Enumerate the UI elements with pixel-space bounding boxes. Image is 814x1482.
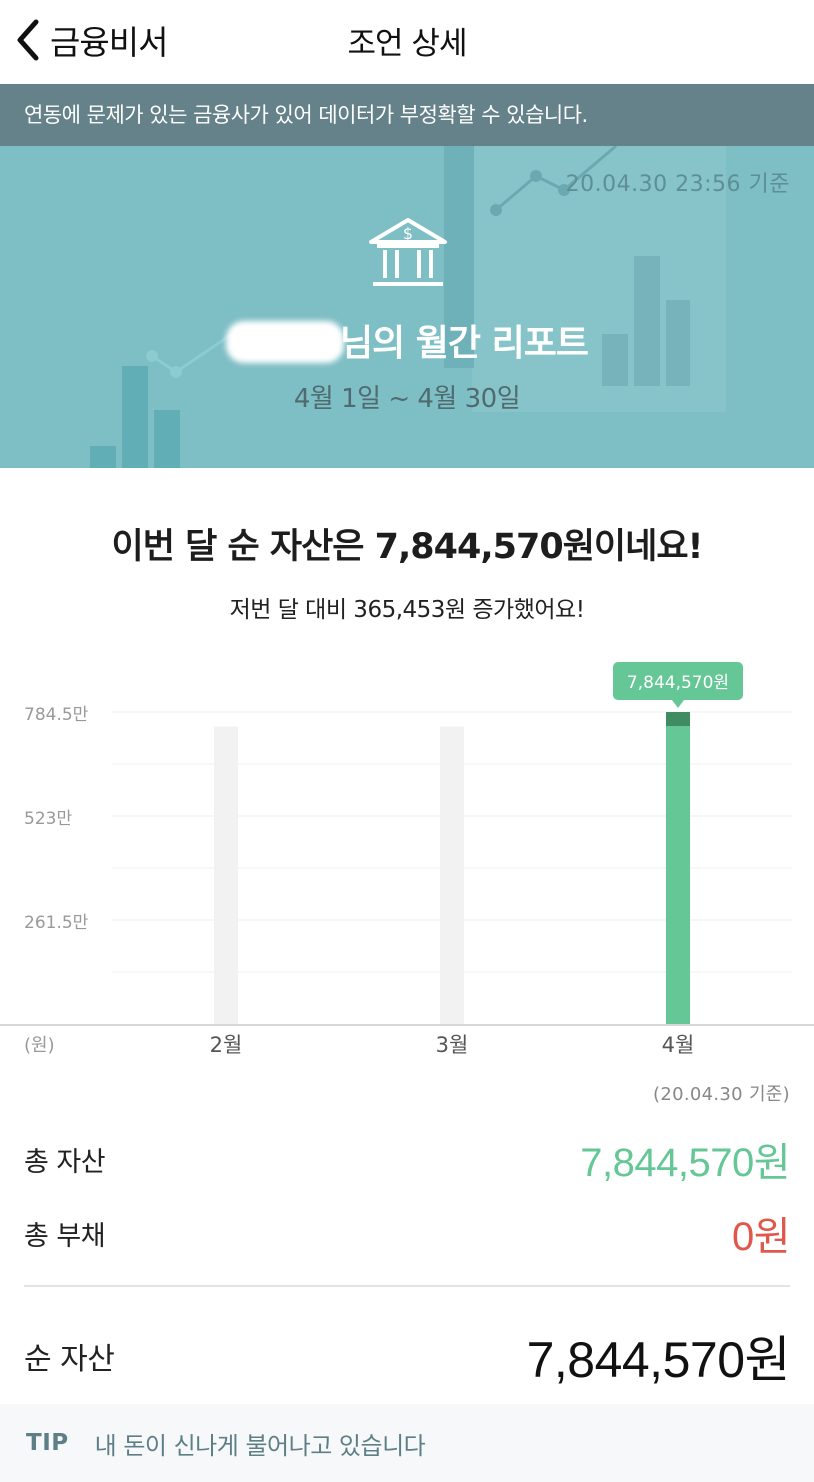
summary-divider	[24, 1285, 790, 1287]
sync-warning-banner[interactable]: 연동에 문제가 있는 금융사가 있어 데이터가 부정확할 수 있습니다.	[0, 84, 814, 146]
y-unit-label: (원)	[24, 1035, 55, 1056]
chevron-left-icon	[17, 19, 39, 61]
chart-tooltip-label: 7,844,570원	[627, 673, 729, 693]
total-debt-label: 총 부채	[24, 1220, 106, 1252]
report-timestamp: 20.04.30 23:56 기준	[565, 172, 790, 197]
tip-text: 내 돈이 신나게 불어나고 있습니다	[94, 1431, 426, 1460]
report-title: 님의 월간 리포트	[0, 314, 814, 366]
y-tick-label: 261.5만	[24, 913, 89, 933]
total-debt-value: 0원	[731, 1215, 791, 1259]
report-title-text: 님의 월간 리포트	[340, 323, 589, 364]
chart-bar	[214, 726, 238, 1024]
nav-bar: 금융비서 조언 상세	[0, 0, 814, 84]
y-tick-label: 784.5만	[24, 705, 89, 725]
chart-bar	[666, 712, 690, 1024]
monthly-net-asset-chart: 261.5만 523만 784.5만 (원) 2월 3월 4월 7,844,570원	[0, 662, 814, 1057]
back-button-label: 금융비서	[50, 23, 168, 62]
bank-icon: $	[369, 218, 447, 286]
chart-bar	[440, 726, 464, 1024]
total-assets-row: 총 자산 7,844,570원	[24, 1130, 790, 1188]
x-tick-label: 2월	[210, 1033, 243, 1057]
total-assets-value: 7,844,570원	[580, 1141, 790, 1185]
report-hero: 20.04.30 23:56 기준 $ 님의 월간 리포트 4월 1일 ~ 4월…	[0, 146, 814, 468]
back-button[interactable]: 금융비서	[14, 14, 168, 66]
x-tick-label: 4월	[662, 1033, 695, 1057]
summary-basis-date: (20.04.30 기준)	[653, 1084, 790, 1105]
chart-bar-cap	[666, 712, 690, 727]
net-assets-row: 순 자산 7,844,570원	[24, 1320, 791, 1392]
svg-text:$: $	[403, 224, 413, 243]
y-tick-label: 523만	[24, 809, 72, 829]
net-asset-change: 저번 달 대비 365,453원 증가했어요!	[229, 597, 585, 623]
total-debt-row: 총 부채 0원	[24, 1204, 791, 1262]
report-period: 4월 1일 ~ 4월 30일	[293, 384, 521, 414]
redacted-username	[226, 321, 345, 363]
tip-tag: TIP	[26, 1430, 69, 1456]
chart-tooltip-arrow	[672, 700, 684, 709]
net-asset-headline: 이번 달 순 자산은 7,844,570원이네요!	[111, 527, 704, 567]
total-assets-label: 총 자산	[24, 1146, 106, 1178]
net-assets-value: 7,844,570원	[526, 1332, 791, 1388]
tip-banner: TIP 내 돈이 신나게 불어나고 있습니다	[0, 1404, 814, 1482]
x-tick-label: 3월	[436, 1033, 469, 1057]
net-assets-label: 순 자산	[24, 1342, 115, 1377]
